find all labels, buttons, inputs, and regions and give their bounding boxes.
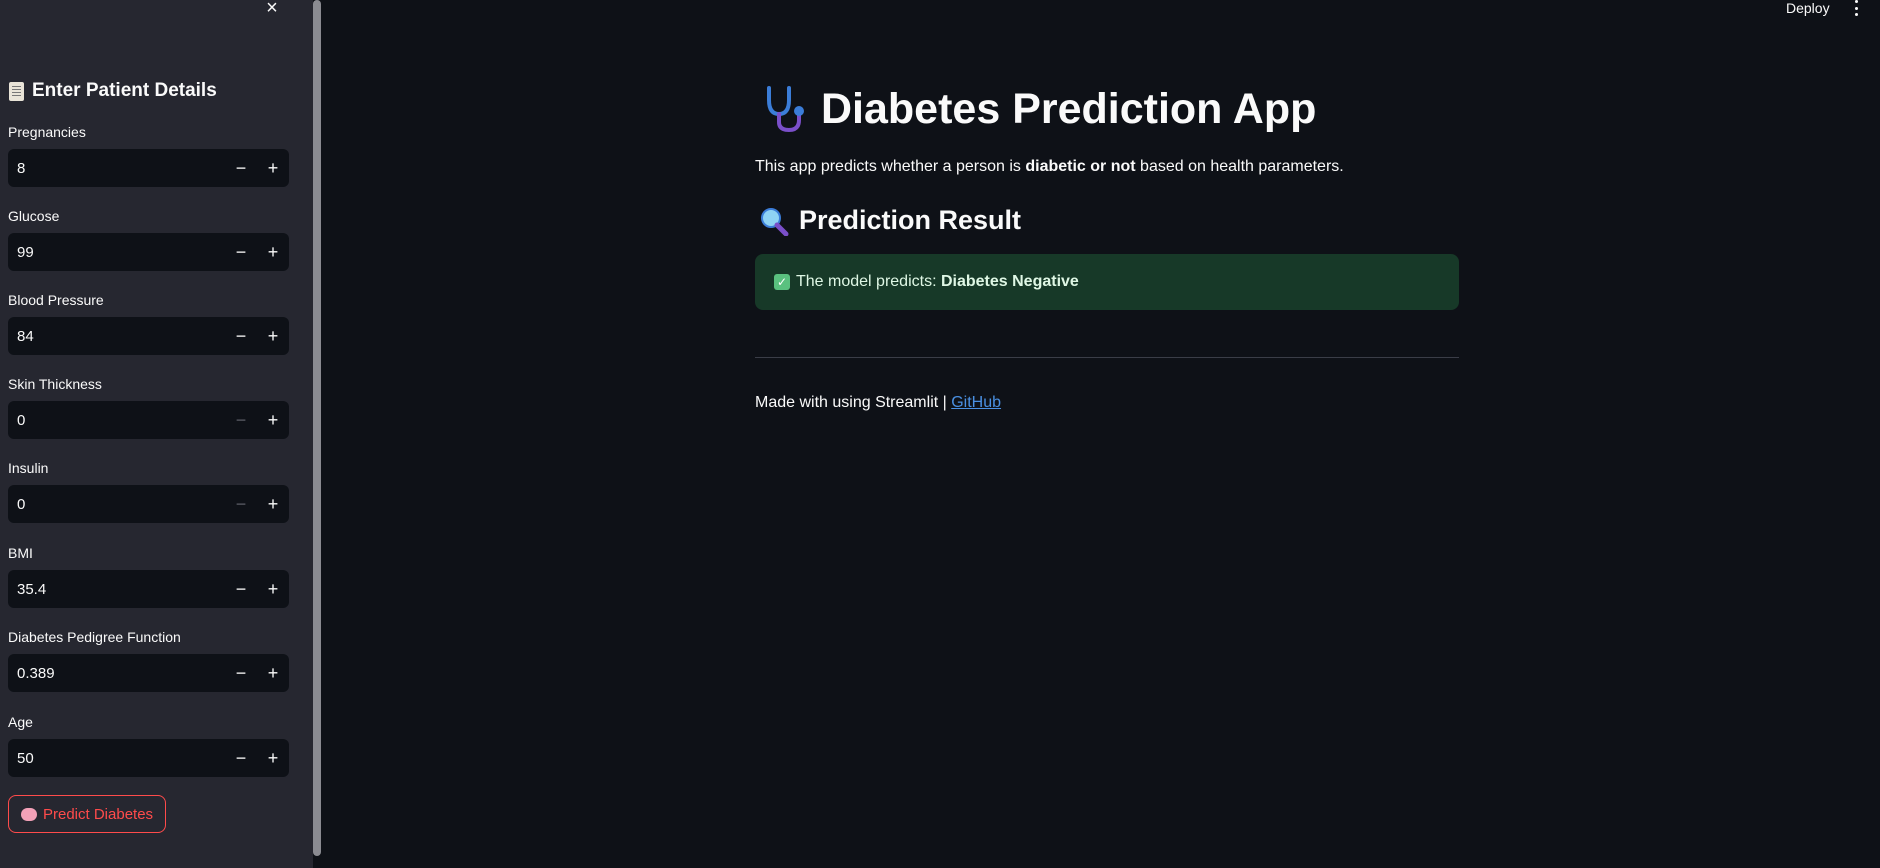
github-link[interactable]: GitHub: [951, 394, 1001, 411]
scroll-icon: [9, 81, 24, 101]
decrement-button[interactable]: −: [225, 739, 257, 777]
number-input: 50 − +: [8, 739, 289, 777]
increment-button[interactable]: +: [257, 401, 289, 439]
number-input: 8 − +: [8, 149, 289, 187]
page-title: Diabetes Prediction App: [759, 84, 1316, 134]
intro-prefix: This app predicts whether a person is: [755, 158, 1026, 175]
decrement-button[interactable]: −: [225, 149, 257, 187]
increment-button[interactable]: +: [257, 317, 289, 355]
intro-text: This app predicts whether a person is di…: [755, 158, 1344, 176]
number-input: 99 − +: [8, 233, 289, 271]
brain-icon: [21, 807, 37, 821]
field-insulin: Insulin 0 − +: [8, 460, 289, 523]
decrement-button[interactable]: −: [225, 401, 257, 439]
number-input-value[interactable]: 0.389: [8, 665, 225, 682]
field-label: Diabetes Pedigree Function: [8, 629, 181, 645]
number-input: 0 − +: [8, 485, 289, 523]
result-heading-text: Prediction Result: [799, 205, 1022, 235]
number-input-value[interactable]: 50: [8, 750, 225, 767]
intro-bold: diabetic or not: [1025, 158, 1136, 175]
sidebar-header: Enter Patient Details: [9, 80, 217, 102]
more-options-icon[interactable]: [1852, 0, 1860, 16]
decrement-button[interactable]: −: [225, 233, 257, 271]
increment-button[interactable]: +: [257, 485, 289, 523]
sidebar-scrollbar[interactable]: [313, 0, 321, 856]
predict-button-label: Predict Diabetes: [43, 805, 154, 823]
increment-button[interactable]: +: [257, 149, 289, 187]
result-value: Diabetes Negative: [940, 273, 1079, 290]
field-pregnancies: Pregnancies 8 − +: [8, 124, 289, 187]
deploy-button[interactable]: Deploy: [1786, 0, 1830, 16]
intro-suffix: based on health parameters.: [1135, 158, 1344, 175]
field-label: Skin Thickness: [8, 376, 102, 392]
decrement-button[interactable]: −: [225, 485, 257, 523]
field-blood-pressure: Blood Pressure 84 − +: [8, 292, 289, 355]
footer-text: Made with using Streamlit |: [755, 394, 952, 411]
number-input-value[interactable]: 0: [8, 496, 225, 513]
number-input: 35.4 − +: [8, 570, 289, 608]
increment-button[interactable]: +: [257, 570, 289, 608]
increment-button[interactable]: +: [257, 233, 289, 271]
increment-button[interactable]: +: [257, 739, 289, 777]
field-label: Pregnancies: [8, 124, 86, 140]
stethoscope-icon: [767, 86, 804, 133]
predict-diabetes-button[interactable]: Predict Diabetes: [8, 795, 167, 833]
field-skin-thickness: Skin Thickness 0 − +: [8, 376, 289, 439]
field-age: Age 50 − +: [8, 714, 289, 777]
decrement-button[interactable]: −: [225, 570, 257, 608]
result-heading: Prediction Result: [759, 205, 1021, 236]
increment-button[interactable]: +: [257, 654, 289, 692]
decrement-button[interactable]: −: [225, 317, 257, 355]
field-bmi: BMI 35.4 − +: [8, 545, 289, 608]
sidebar: × Enter Patient Details Pregnancies 8 − …: [0, 0, 313, 868]
sidebar-header-label: Enter Patient Details: [32, 80, 217, 101]
result-prefix: The model predicts:: [796, 273, 937, 290]
magnifier-icon: [761, 207, 789, 236]
field-label: Blood Pressure: [8, 292, 104, 308]
field-label: Age: [8, 714, 33, 730]
number-input: 0 − +: [8, 401, 289, 439]
page-title-text: Diabetes Prediction App: [821, 84, 1317, 133]
field-glucose: Glucose 99 − +: [8, 208, 289, 271]
field-diabetes-pedigree-function: Diabetes Pedigree Function 0.389 − +: [8, 629, 289, 692]
field-label: Insulin: [8, 460, 49, 476]
number-input-value[interactable]: 35.4: [8, 581, 225, 598]
close-sidebar-icon[interactable]: ×: [262, 0, 282, 18]
field-label: Glucose: [8, 208, 60, 224]
success-alert: ✓ The model predicts: Diabetes Negative: [755, 254, 1459, 310]
number-input: 84 − +: [8, 317, 289, 355]
number-input: 0.389 − +: [8, 654, 289, 692]
field-label: BMI: [8, 545, 33, 561]
footer: Made with using Streamlit | GitHub: [755, 394, 1001, 412]
divider: [755, 357, 1459, 358]
check-icon: ✓: [774, 274, 790, 290]
number-input-value[interactable]: 99: [8, 244, 225, 261]
number-input-value[interactable]: 0: [8, 412, 225, 429]
number-input-value[interactable]: 8: [8, 160, 225, 177]
number-input-value[interactable]: 84: [8, 328, 225, 345]
decrement-button[interactable]: −: [225, 654, 257, 692]
